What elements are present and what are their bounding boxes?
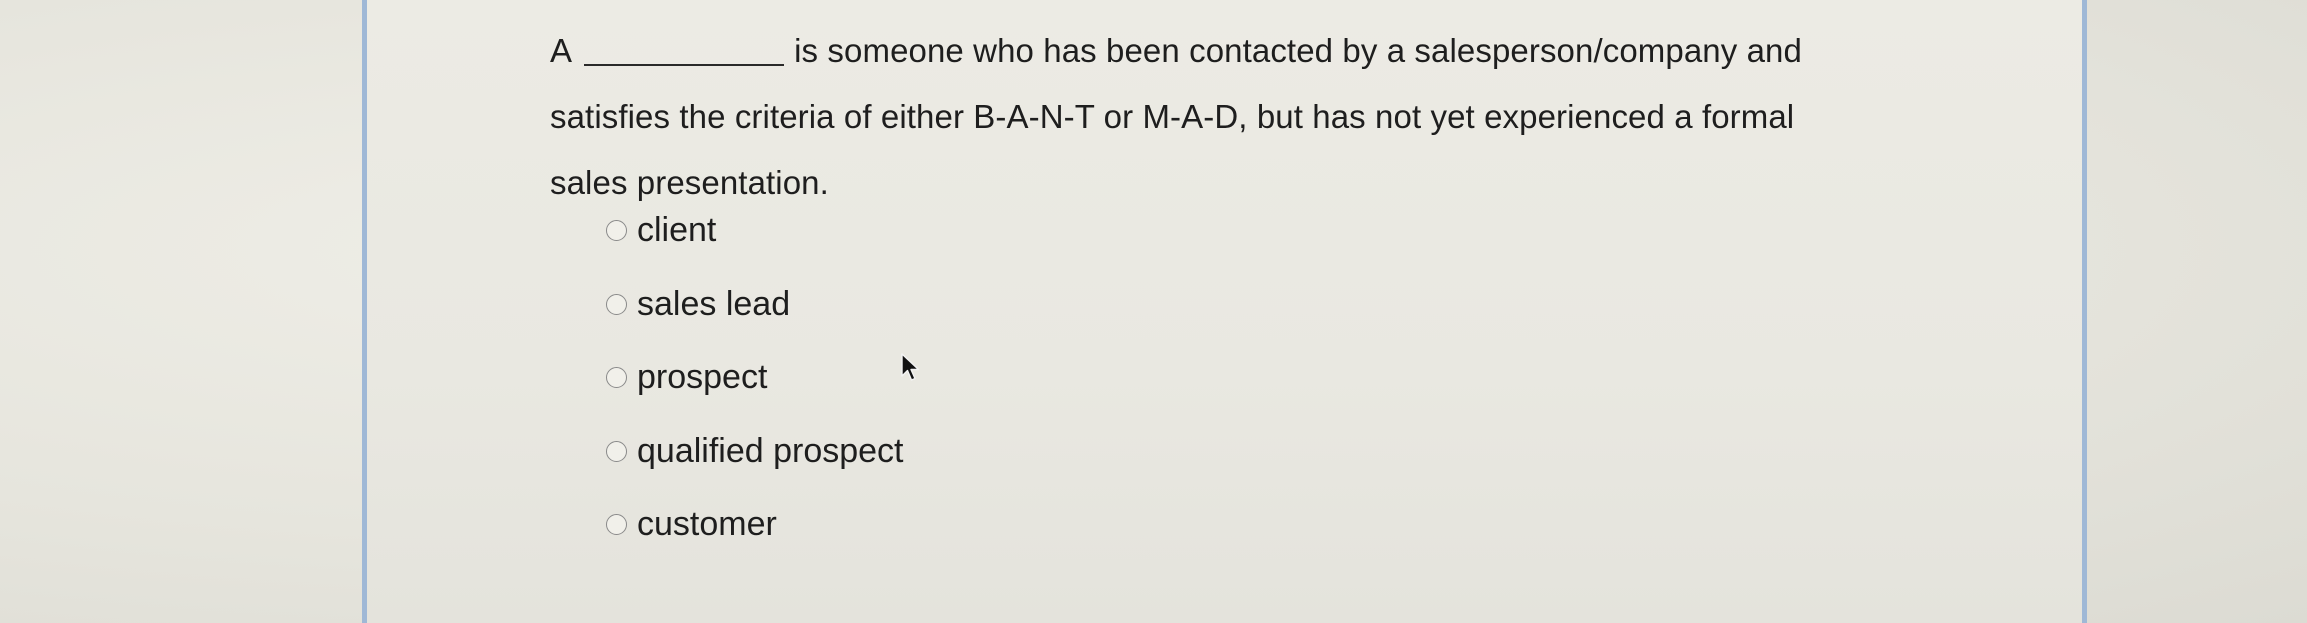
answer-options: client sales lead prospect qualified pro… (606, 194, 904, 562)
option-customer[interactable]: customer (606, 488, 904, 562)
option-label: qualified prospect (637, 431, 904, 470)
radio-unchecked-icon[interactable] (606, 440, 627, 462)
option-qualified-prospect[interactable]: qualified prospect (606, 415, 904, 489)
option-label: client (637, 211, 717, 250)
option-label: customer (637, 505, 777, 544)
answer-blank (584, 63, 785, 66)
option-sales-lead[interactable]: sales lead (606, 268, 904, 342)
radio-unchecked-icon[interactable] (606, 514, 627, 536)
question-line-1: is someone who has been contacted by a s… (794, 32, 1802, 69)
question-text: Ais someone who has been contacted by a … (550, 18, 1970, 216)
radio-unchecked-icon[interactable] (606, 367, 627, 389)
question-line-2: satisfies the criteria of either B-A-N-T… (550, 98, 1795, 135)
radio-unchecked-icon[interactable] (606, 293, 627, 315)
question-prefix: A (550, 32, 573, 69)
option-client[interactable]: client (606, 194, 904, 268)
mouse-pointer-icon (901, 353, 920, 381)
radio-unchecked-icon[interactable] (606, 220, 627, 242)
option-label: prospect (637, 358, 768, 397)
option-prospect[interactable]: prospect (606, 341, 904, 415)
option-label: sales lead (637, 284, 791, 323)
